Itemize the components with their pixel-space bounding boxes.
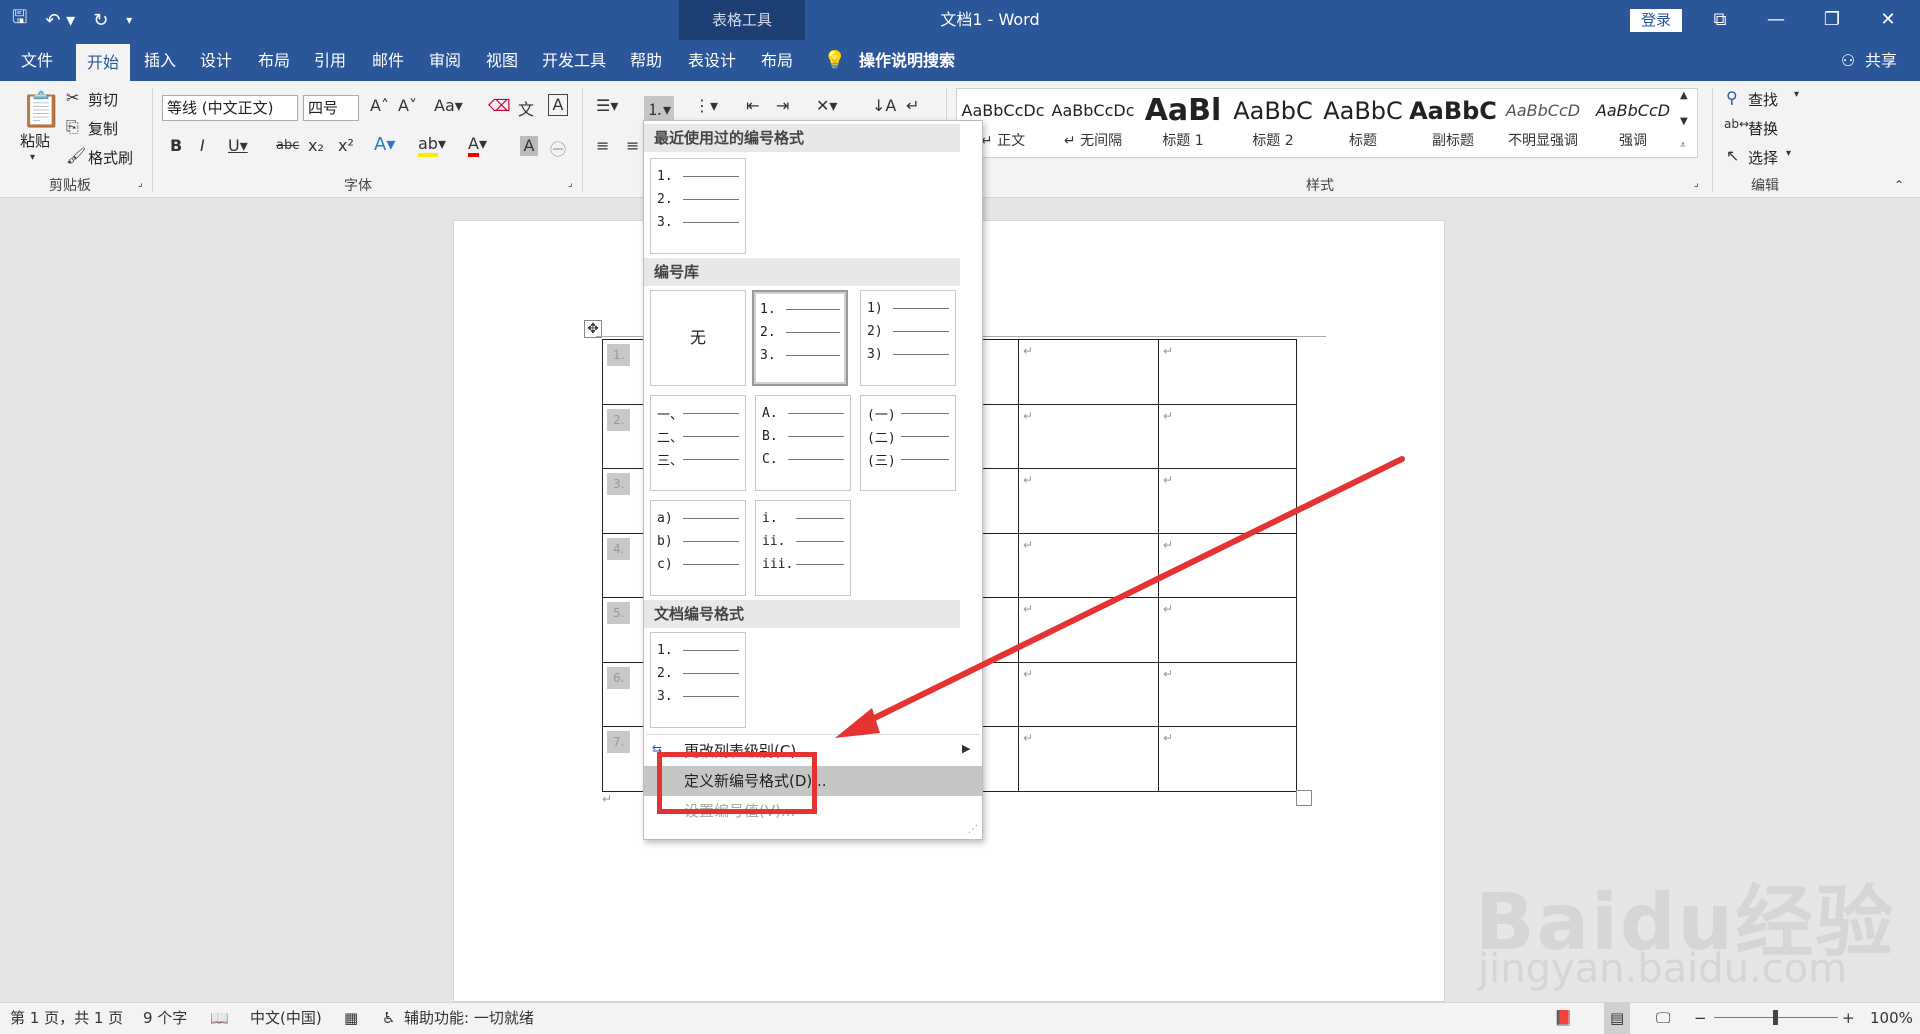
macro-record-icon[interactable]: ▦ xyxy=(344,1002,358,1034)
status-language[interactable]: 中文(中国) xyxy=(250,1002,322,1034)
print-layout-icon[interactable]: ▤ xyxy=(1604,1002,1631,1034)
baidu-watermark-url: jingyan.baidu.com xyxy=(1478,946,1848,992)
zoom-in-icon[interactable]: + xyxy=(1842,1002,1855,1034)
status-page[interactable]: 第 1 页，共 1 页 xyxy=(10,1002,123,1034)
read-mode-icon[interactable]: 📕 xyxy=(1554,1002,1573,1034)
accessibility-icon[interactable]: ♿ xyxy=(382,1002,395,1034)
status-accessibility[interactable]: 辅助功能: 一切就绪 xyxy=(404,1002,534,1034)
zoom-out-icon[interactable]: − xyxy=(1694,1002,1707,1034)
zoom-slider-thumb[interactable] xyxy=(1773,1010,1778,1025)
zoom-level[interactable]: 100% xyxy=(1870,1002,1913,1034)
proofing-icon[interactable]: 📖 xyxy=(210,1002,229,1034)
web-layout-icon[interactable]: 🖵 xyxy=(1656,1002,1670,1034)
status-word-count[interactable]: 9 个字 xyxy=(143,1002,187,1034)
